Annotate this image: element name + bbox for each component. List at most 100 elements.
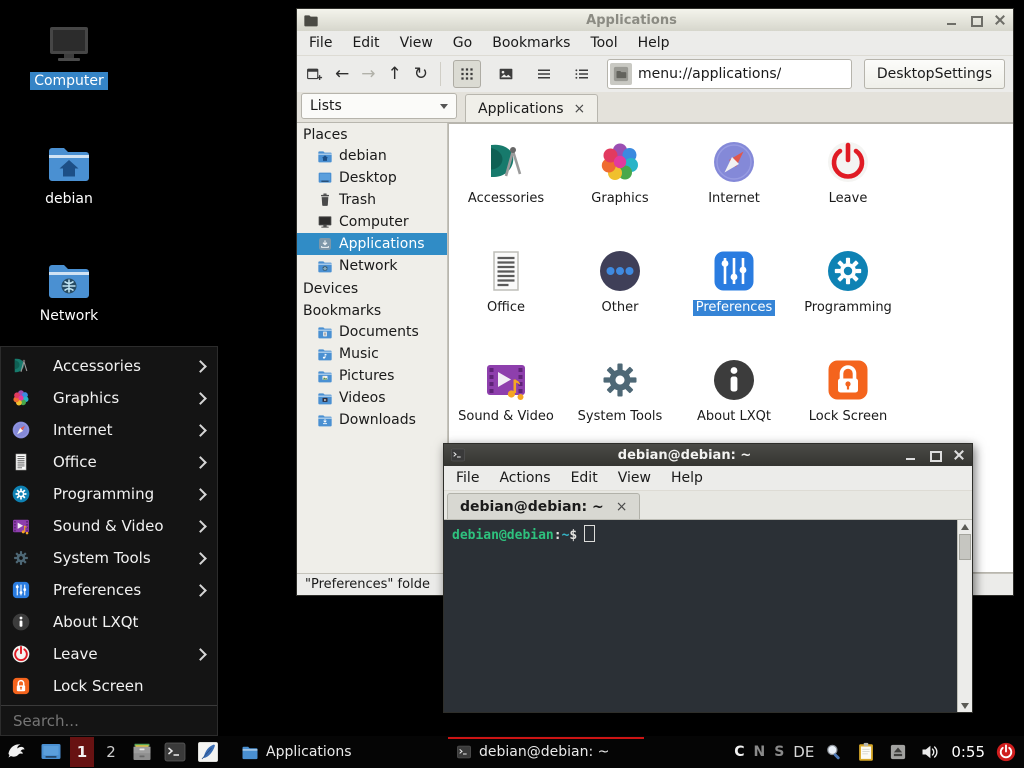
fm-menu-file[interactable]: File <box>309 35 332 51</box>
sidebar-item-computer[interactable]: Computer <box>297 211 447 233</box>
app-category-other[interactable]: Other <box>563 237 677 346</box>
fm-minimize-button[interactable] <box>944 14 959 27</box>
taskbar-task-terminal[interactable]: debian@debian: ~ <box>448 737 644 767</box>
app-category-about-lxqt[interactable]: About LXQt <box>677 346 791 455</box>
terminal-launcher[interactable] <box>161 738 189 766</box>
menu-item-programming[interactable]: Programming <box>1 478 217 510</box>
fm-menu-view[interactable]: View <box>400 35 433 51</box>
desktop-icon-computer[interactable]: Computer <box>21 20 117 90</box>
fm-menu-go[interactable]: Go <box>453 35 472 51</box>
show-desktop-button[interactable] <box>37 738 65 766</box>
app-category-internet[interactable]: Internet <box>677 128 791 237</box>
back-button[interactable]: ← <box>335 66 349 83</box>
fm-menu-bookmarks[interactable]: Bookmarks <box>492 35 570 51</box>
fm-menu-edit[interactable]: Edit <box>352 35 379 51</box>
terminal-tab-label: debian@debian: ~ <box>460 499 604 515</box>
file-manager-launcher[interactable] <box>128 738 156 766</box>
terminal-tab[interactable]: debian@debian: ~ × <box>447 493 640 519</box>
app-category-system-tools[interactable]: System Tools <box>563 346 677 455</box>
start-menu: Accessories Graphics Internet Office Pro… <box>0 346 218 736</box>
path-text[interactable]: menu://applications/ <box>638 66 781 82</box>
leave-button[interactable] <box>994 738 1018 766</box>
sidebar-item-pictures[interactable]: Pictures <box>297 365 447 387</box>
desktop-icon-home[interactable]: debian <box>21 138 117 208</box>
app-category-programming[interactable]: Programming <box>791 237 905 346</box>
terminal-tab-close-icon[interactable]: × <box>616 500 628 514</box>
terminal-menu-view[interactable]: View <box>618 470 651 486</box>
scroll-up-icon[interactable] <box>958 520 972 533</box>
menu-item-about-lxqt[interactable]: About LXQt <box>1 606 217 638</box>
graphics-icon <box>11 388 31 408</box>
menu-search-input[interactable] <box>11 711 207 731</box>
screenshot-tool-button[interactable] <box>823 738 845 766</box>
sidebar-item-documents[interactable]: Documents <box>297 321 447 343</box>
detailed-list-view-button[interactable] <box>531 61 557 87</box>
icon-view-button[interactable] <box>453 60 481 88</box>
terminal-scrollbar[interactable] <box>957 520 972 712</box>
fm-titlebar[interactable]: Applications <box>297 9 1013 31</box>
terminal-screen[interactable]: debian@debian:~$ <box>444 520 972 712</box>
clock[interactable]: 0:55 <box>951 743 985 761</box>
sidebar-item-applications[interactable]: Applications <box>297 233 447 255</box>
volume-button[interactable] <box>918 738 942 766</box>
sidebar-item-downloads[interactable]: Downloads <box>297 409 447 431</box>
scroll-down-icon[interactable] <box>958 699 972 712</box>
start-menu-button[interactable] <box>4 738 32 766</box>
side-pane-mode-combo[interactable]: Lists <box>301 93 457 119</box>
keyboard-layout-indicator[interactable]: DE <box>793 743 814 761</box>
sidebar-item-videos[interactable]: Videos <box>297 387 447 409</box>
tab-applications[interactable]: Applications × <box>465 94 598 122</box>
desktop-icon-network[interactable]: Network <box>21 255 117 325</box>
network-folder-icon <box>45 255 93 303</box>
sidebar-item-trash[interactable]: Trash <box>297 189 447 211</box>
terminal-titlebar[interactable]: debian@debian: ~ <box>444 444 972 466</box>
removable-media-button[interactable] <box>887 738 909 766</box>
app-category-office[interactable]: Office <box>449 237 563 346</box>
clipboard-button[interactable] <box>854 738 878 766</box>
desktop-settings-button[interactable]: DesktopSettings <box>864 59 1005 89</box>
sidebar-item-desktop[interactable]: Desktop <box>297 167 447 189</box>
terminal-menu-help[interactable]: Help <box>671 470 703 486</box>
app-category-accessories[interactable]: Accessories <box>449 128 563 237</box>
taskbar-task-applications[interactable]: Applications <box>233 737 429 767</box>
menu-item-graphics[interactable]: Graphics <box>1 382 217 414</box>
app-category-preferences[interactable]: Preferences <box>677 237 791 346</box>
sidebar-item-network[interactable]: Network <box>297 255 447 277</box>
sidebar-item-music[interactable]: Music <box>297 343 447 365</box>
fm-menu-tool[interactable]: Tool <box>590 35 617 51</box>
path-bar[interactable]: menu://applications/ <box>607 59 852 89</box>
terminal-maximize-button[interactable] <box>927 449 942 462</box>
fm-menu-help[interactable]: Help <box>638 35 670 51</box>
fm-close-button[interactable] <box>992 14 1007 27</box>
reload-button[interactable]: ↻ <box>414 66 428 83</box>
scrollbar-thumb[interactable] <box>959 534 971 560</box>
terminal-menu-actions[interactable]: Actions <box>499 470 550 486</box>
menu-item-lock-screen[interactable]: Lock Screen <box>1 670 217 702</box>
up-button[interactable]: ↑ <box>388 66 402 83</box>
menu-item-accessories[interactable]: Accessories <box>1 350 217 382</box>
sidebar-item-debian[interactable]: debian <box>297 145 447 167</box>
new-tab-icon[interactable] <box>305 65 323 83</box>
app-category-leave[interactable]: Leave <box>791 128 905 237</box>
menu-item-sound-video[interactable]: Sound & Video <box>1 510 217 542</box>
featherpad-launcher[interactable] <box>194 738 222 766</box>
fm-maximize-button[interactable] <box>968 14 983 27</box>
terminal-menu-edit[interactable]: Edit <box>571 470 598 486</box>
terminal-minimize-button[interactable] <box>903 449 918 462</box>
terminal-menu-file[interactable]: File <box>456 470 479 486</box>
workspace-1-button[interactable]: 1 <box>70 737 94 767</box>
menu-item-preferences[interactable]: Preferences <box>1 574 217 606</box>
menu-item-system-tools[interactable]: System Tools <box>1 542 217 574</box>
forward-button[interactable]: → <box>361 66 375 83</box>
app-category-lock-screen[interactable]: Lock Screen <box>791 346 905 455</box>
thumbnail-view-button[interactable] <box>493 61 519 87</box>
terminal-close-button[interactable] <box>951 449 966 462</box>
menu-item-office[interactable]: Office <box>1 446 217 478</box>
compact-view-button[interactable] <box>569 61 595 87</box>
menu-item-internet[interactable]: Internet <box>1 414 217 446</box>
menu-item-leave[interactable]: Leave <box>1 638 217 670</box>
app-category-graphics[interactable]: Graphics <box>563 128 677 237</box>
workspace-2-button[interactable]: 2 <box>99 737 123 767</box>
tab-close-icon[interactable]: × <box>574 102 586 116</box>
app-category-sound-video[interactable]: Sound & Video <box>449 346 563 455</box>
